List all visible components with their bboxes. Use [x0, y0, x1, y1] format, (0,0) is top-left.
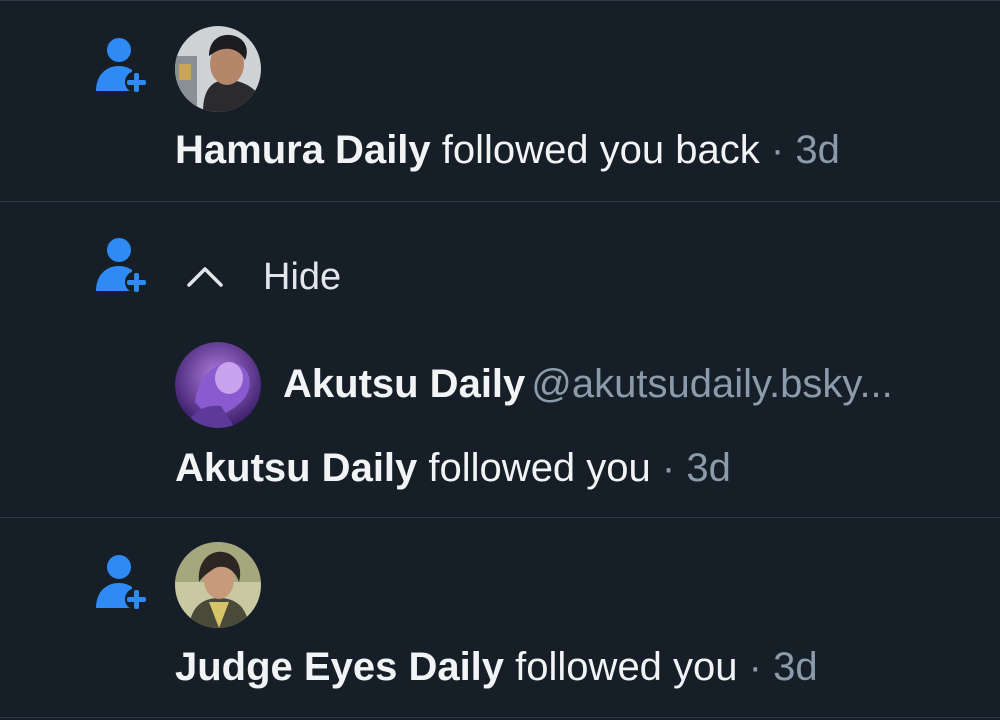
- avatar[interactable]: [175, 26, 261, 112]
- chevron-up-icon: [187, 267, 223, 287]
- avatar-image: [175, 26, 261, 112]
- person-plus-icon: [96, 38, 147, 93]
- notification-item[interactable]: Hamura Daily followed you back · 3d: [0, 0, 1000, 202]
- follower-profile-row[interactable]: Akutsu Daily @akutsudaily.bsky...: [175, 342, 975, 428]
- notification-text: Judge Eyes Daily followed you · 3d: [175, 643, 818, 691]
- follower-name[interactable]: Judge Eyes Daily: [175, 645, 504, 689]
- hide-toggle[interactable]: Hide: [185, 251, 341, 303]
- notification-action: followed you: [428, 446, 651, 490]
- notification-item[interactable]: Hide Akutsu Daily @akutsudaily.bsky... A…: [0, 201, 1000, 518]
- avatar[interactable]: [175, 342, 261, 428]
- avatar[interactable]: [175, 542, 261, 628]
- avatar-image: [175, 542, 261, 628]
- separator-dot: ·: [748, 645, 762, 689]
- notification-action: followed you: [515, 645, 738, 689]
- person-plus-icon: [96, 238, 147, 293]
- profile-name[interactable]: Akutsu Daily: [283, 362, 525, 406]
- separator-dot: ·: [770, 128, 785, 172]
- follower-profile-text: Akutsu Daily @akutsudaily.bsky...: [283, 360, 893, 408]
- notification-text: Akutsu Daily followed you · 3d: [175, 444, 731, 492]
- notification-item[interactable]: Judge Eyes Daily followed you · 3d: [0, 518, 1000, 718]
- timestamp: 3d: [773, 645, 818, 689]
- person-plus-icon: [96, 555, 147, 610]
- hide-label: Hide: [263, 255, 342, 298]
- timestamp: 3d: [686, 446, 731, 490]
- separator-dot: ·: [661, 446, 676, 490]
- notification-text: Hamura Daily followed you back · 3d: [175, 126, 840, 174]
- follower-name[interactable]: Hamura Daily: [175, 128, 431, 172]
- notification-action: followed you back: [441, 128, 760, 172]
- profile-handle[interactable]: @akutsudaily.bsky...: [531, 362, 892, 406]
- avatar-image: [175, 342, 261, 428]
- follower-name[interactable]: Akutsu Daily: [175, 446, 417, 490]
- timestamp: 3d: [795, 128, 840, 172]
- notifications-feed: Hamura Daily followed you back · 3d Hide: [0, 0, 1000, 720]
